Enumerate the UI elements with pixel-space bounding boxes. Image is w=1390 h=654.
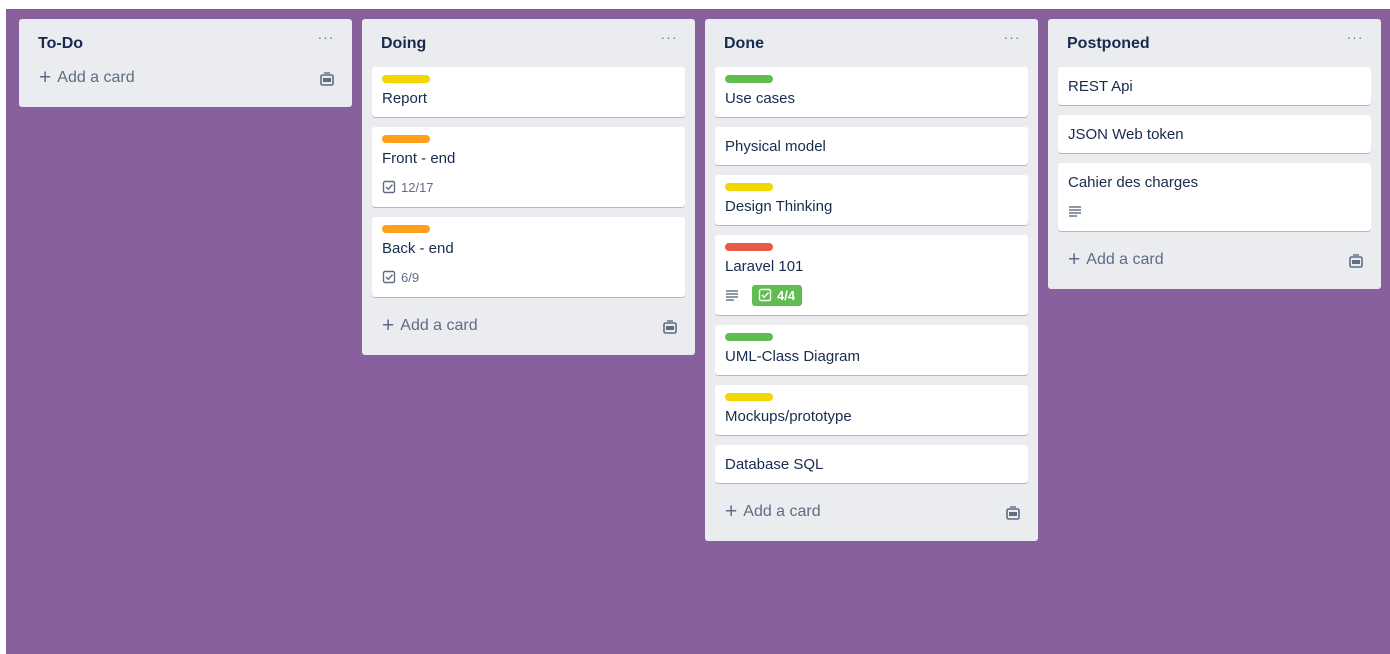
- card-template-icon[interactable]: [1347, 253, 1365, 271]
- card-title: Physical model: [725, 138, 826, 155]
- label-green: [725, 75, 773, 83]
- plus-icon: +: [382, 314, 395, 337]
- card-template-icon[interactable]: [318, 71, 336, 89]
- card-badges: [1068, 199, 1361, 223]
- plus-icon: +: [39, 66, 52, 89]
- list-header: Done ···: [715, 19, 1028, 67]
- add-card-button[interactable]: + Add a card: [1068, 248, 1164, 271]
- card-badges: 6/9: [382, 265, 675, 289]
- description-badge: [725, 288, 744, 302]
- list-to-do: To-Do ··· + Add a card: [19, 19, 352, 107]
- card[interactable]: Cahier des charges: [1058, 163, 1371, 231]
- list-menu-button[interactable]: ···: [314, 29, 338, 49]
- card[interactable]: JSON Web token: [1058, 115, 1371, 153]
- list-menu-button[interactable]: ···: [1000, 29, 1024, 49]
- add-card-label: Add a card: [1086, 251, 1164, 268]
- checklist-icon: [382, 270, 396, 284]
- add-card-label: Add a card: [57, 69, 135, 86]
- description-icon: [1069, 206, 1081, 217]
- list-menu-button[interactable]: ···: [1343, 29, 1367, 49]
- add-card-row: + Add a card: [29, 59, 342, 99]
- checklist-icon: [758, 288, 772, 302]
- card-title: Report: [382, 90, 428, 107]
- label-yellow: [725, 183, 773, 191]
- card-template-icon[interactable]: [661, 319, 679, 337]
- card[interactable]: Back - end 6/9: [372, 217, 685, 297]
- add-card-row: + Add a card: [372, 307, 685, 347]
- card[interactable]: Physical model: [715, 127, 1028, 165]
- label-yellow: [725, 393, 773, 401]
- label-yellow: [382, 75, 430, 83]
- add-card-row: + Add a card: [715, 493, 1028, 533]
- card-title: UML-Class Diagram: [725, 348, 861, 365]
- card-title: REST Api: [1068, 78, 1133, 95]
- label-red: [725, 243, 773, 251]
- list-header: Doing ···: [372, 19, 685, 67]
- list-menu-button[interactable]: ···: [657, 29, 681, 49]
- card-title: Design Thinking: [725, 198, 833, 215]
- list-title[interactable]: To-Do: [38, 35, 83, 53]
- list-header: Postponed ···: [1058, 19, 1371, 67]
- add-card-row: + Add a card: [1058, 241, 1371, 281]
- card-template-icon[interactable]: [1004, 505, 1022, 523]
- label-green: [725, 333, 773, 341]
- card-title: Back - end: [382, 240, 454, 257]
- checklist-count: 4/4: [777, 287, 796, 303]
- plus-icon: +: [725, 500, 738, 523]
- list-title[interactable]: Done: [724, 35, 764, 53]
- board: To-Do ··· + Add a card Doing ··· Report: [6, 9, 1390, 654]
- card-title: Front - end: [382, 150, 456, 167]
- card[interactable]: REST Api: [1058, 67, 1371, 105]
- card-title: JSON Web token: [1068, 126, 1184, 143]
- card-title: Cahier des charges: [1068, 174, 1199, 191]
- card[interactable]: Front - end 12/17: [372, 127, 685, 207]
- card[interactable]: UML-Class Diagram: [715, 325, 1028, 375]
- card[interactable]: Use cases: [715, 67, 1028, 117]
- card-badges: 12/17: [382, 175, 675, 199]
- description-icon: [726, 290, 738, 301]
- card-title: Mockups/prototype: [725, 408, 852, 425]
- description-badge: [1068, 204, 1087, 218]
- add-card-label: Add a card: [400, 317, 478, 334]
- checklist-icon: [382, 180, 396, 194]
- card-title: Laravel 101: [725, 258, 804, 275]
- checklist-badge: 12/17: [382, 180, 434, 195]
- card[interactable]: Database SQL: [715, 445, 1028, 483]
- add-card-label: Add a card: [743, 503, 821, 520]
- add-card-button[interactable]: + Add a card: [39, 66, 135, 89]
- list-title[interactable]: Postponed: [1067, 35, 1150, 53]
- card-title: Database SQL: [725, 456, 824, 473]
- card[interactable]: Laravel 101 4/4: [715, 235, 1028, 315]
- card[interactable]: Design Thinking: [715, 175, 1028, 225]
- card-title: Use cases: [725, 90, 796, 107]
- checklist-count: 6/9: [401, 269, 420, 285]
- card[interactable]: Mockups/prototype: [715, 385, 1028, 435]
- list-doing: Doing ··· Report Front - end 12/17 Back …: [362, 19, 695, 355]
- add-card-button[interactable]: + Add a card: [382, 314, 478, 337]
- card-badges: 4/4: [725, 283, 1018, 307]
- list-postponed: Postponed ··· REST Api JSON Web token Ca…: [1048, 19, 1381, 289]
- checklist-count: 12/17: [401, 179, 434, 195]
- checklist-complete-badge: 4/4: [752, 284, 803, 306]
- checklist-badge: 6/9: [382, 270, 419, 285]
- list-done: Done ··· Use cases Physical model Design…: [705, 19, 1038, 541]
- add-card-button[interactable]: + Add a card: [725, 500, 821, 523]
- label-orange: [382, 135, 430, 143]
- plus-icon: +: [1068, 248, 1081, 271]
- card[interactable]: Report: [372, 67, 685, 117]
- list-title[interactable]: Doing: [381, 35, 426, 53]
- label-orange: [382, 225, 430, 233]
